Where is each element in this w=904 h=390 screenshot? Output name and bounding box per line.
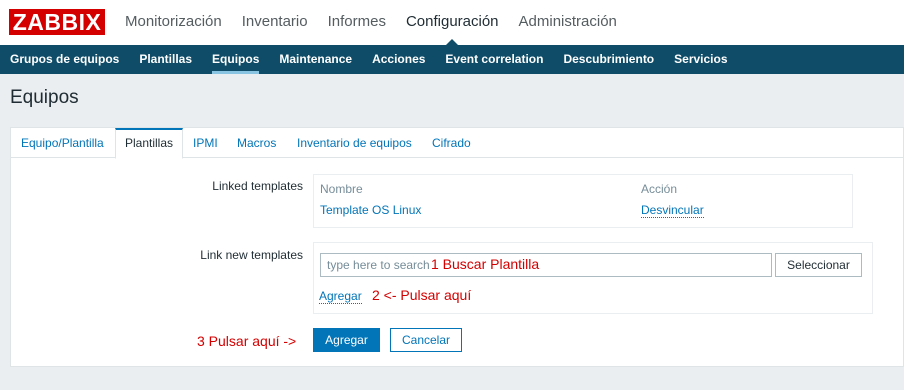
subnav-acciones[interactable]: Acciones bbox=[372, 45, 425, 74]
annotation-step-3: 3 Pulsar aquí -> bbox=[197, 333, 297, 349]
sub-nav: Grupos de equipos Plantillas Equipos Mai… bbox=[0, 45, 904, 74]
unlink-link[interactable]: Desvincular bbox=[641, 203, 704, 218]
select-button[interactable]: Seleccionar bbox=[775, 253, 862, 277]
subnav-servicios[interactable]: Servicios bbox=[674, 45, 727, 74]
tab-inventario-de-equipos[interactable]: Inventario de equipos bbox=[297, 128, 412, 158]
tab-plantillas[interactable]: Plantillas bbox=[115, 128, 184, 159]
tab-bar: Equipo/Plantilla Plantillas IPMI Macros … bbox=[11, 128, 904, 159]
subnav-equipos[interactable]: Equipos bbox=[212, 45, 260, 74]
subnav-descubrimiento[interactable]: Descubrimiento bbox=[563, 45, 654, 74]
column-header-nombre: Nombre bbox=[320, 182, 363, 196]
tab-macros[interactable]: Macros bbox=[237, 128, 276, 158]
nav-administracion[interactable]: Administración bbox=[519, 0, 617, 45]
add-button[interactable]: Agregar bbox=[313, 328, 380, 352]
zabbix-logo[interactable]: ZABBIX bbox=[9, 9, 105, 35]
nav-inventario[interactable]: Inventario bbox=[242, 0, 308, 45]
main-nav: Monitorización Inventario Informes Confi… bbox=[125, 0, 637, 46]
template-name-link[interactable]: Template OS Linux bbox=[320, 203, 421, 217]
subnav-maintenance[interactable]: Maintenance bbox=[279, 45, 352, 74]
annotation-step-2: 2 <- Pulsar aquí bbox=[372, 287, 472, 303]
add-template-link[interactable]: Agregar bbox=[319, 289, 362, 304]
subnav-plantillas[interactable]: Plantillas bbox=[139, 45, 192, 74]
subnav-grupos-de-equipos[interactable]: Grupos de equipos bbox=[10, 45, 119, 74]
search-placeholder: type here to search bbox=[327, 258, 430, 272]
nav-monitorizacion[interactable]: Monitorización bbox=[125, 0, 222, 45]
linked-templates-label: Linked templates bbox=[212, 179, 303, 193]
nav-informes[interactable]: Informes bbox=[328, 0, 386, 45]
nav-configuracion-label: Configuración bbox=[405, 13, 499, 30]
subnav-event-correlation[interactable]: Event correlation bbox=[445, 45, 543, 74]
tab-equipo-plantilla[interactable]: Equipo/Plantilla bbox=[21, 128, 104, 158]
top-header: ZABBIX Monitorización Inventario Informe… bbox=[0, 0, 904, 46]
tab-ipmi[interactable]: IPMI bbox=[193, 128, 218, 158]
linked-templates-table: Nombre Acción Template OS Linux Desvincu… bbox=[313, 174, 853, 228]
link-new-templates-label: Link new templates bbox=[200, 248, 303, 262]
tab-cifrado[interactable]: Cifrado bbox=[432, 128, 471, 158]
page-title: Equipos bbox=[10, 87, 79, 108]
column-header-accion: Acción bbox=[641, 182, 678, 196]
annotation-step-1: 1 Buscar Plantilla bbox=[431, 256, 540, 272]
cancel-button[interactable]: Cancelar bbox=[390, 328, 462, 352]
template-search-input[interactable]: type here to search 1 Buscar Plantilla bbox=[320, 253, 772, 277]
nav-configuracion[interactable]: Configuración bbox=[405, 0, 499, 46]
